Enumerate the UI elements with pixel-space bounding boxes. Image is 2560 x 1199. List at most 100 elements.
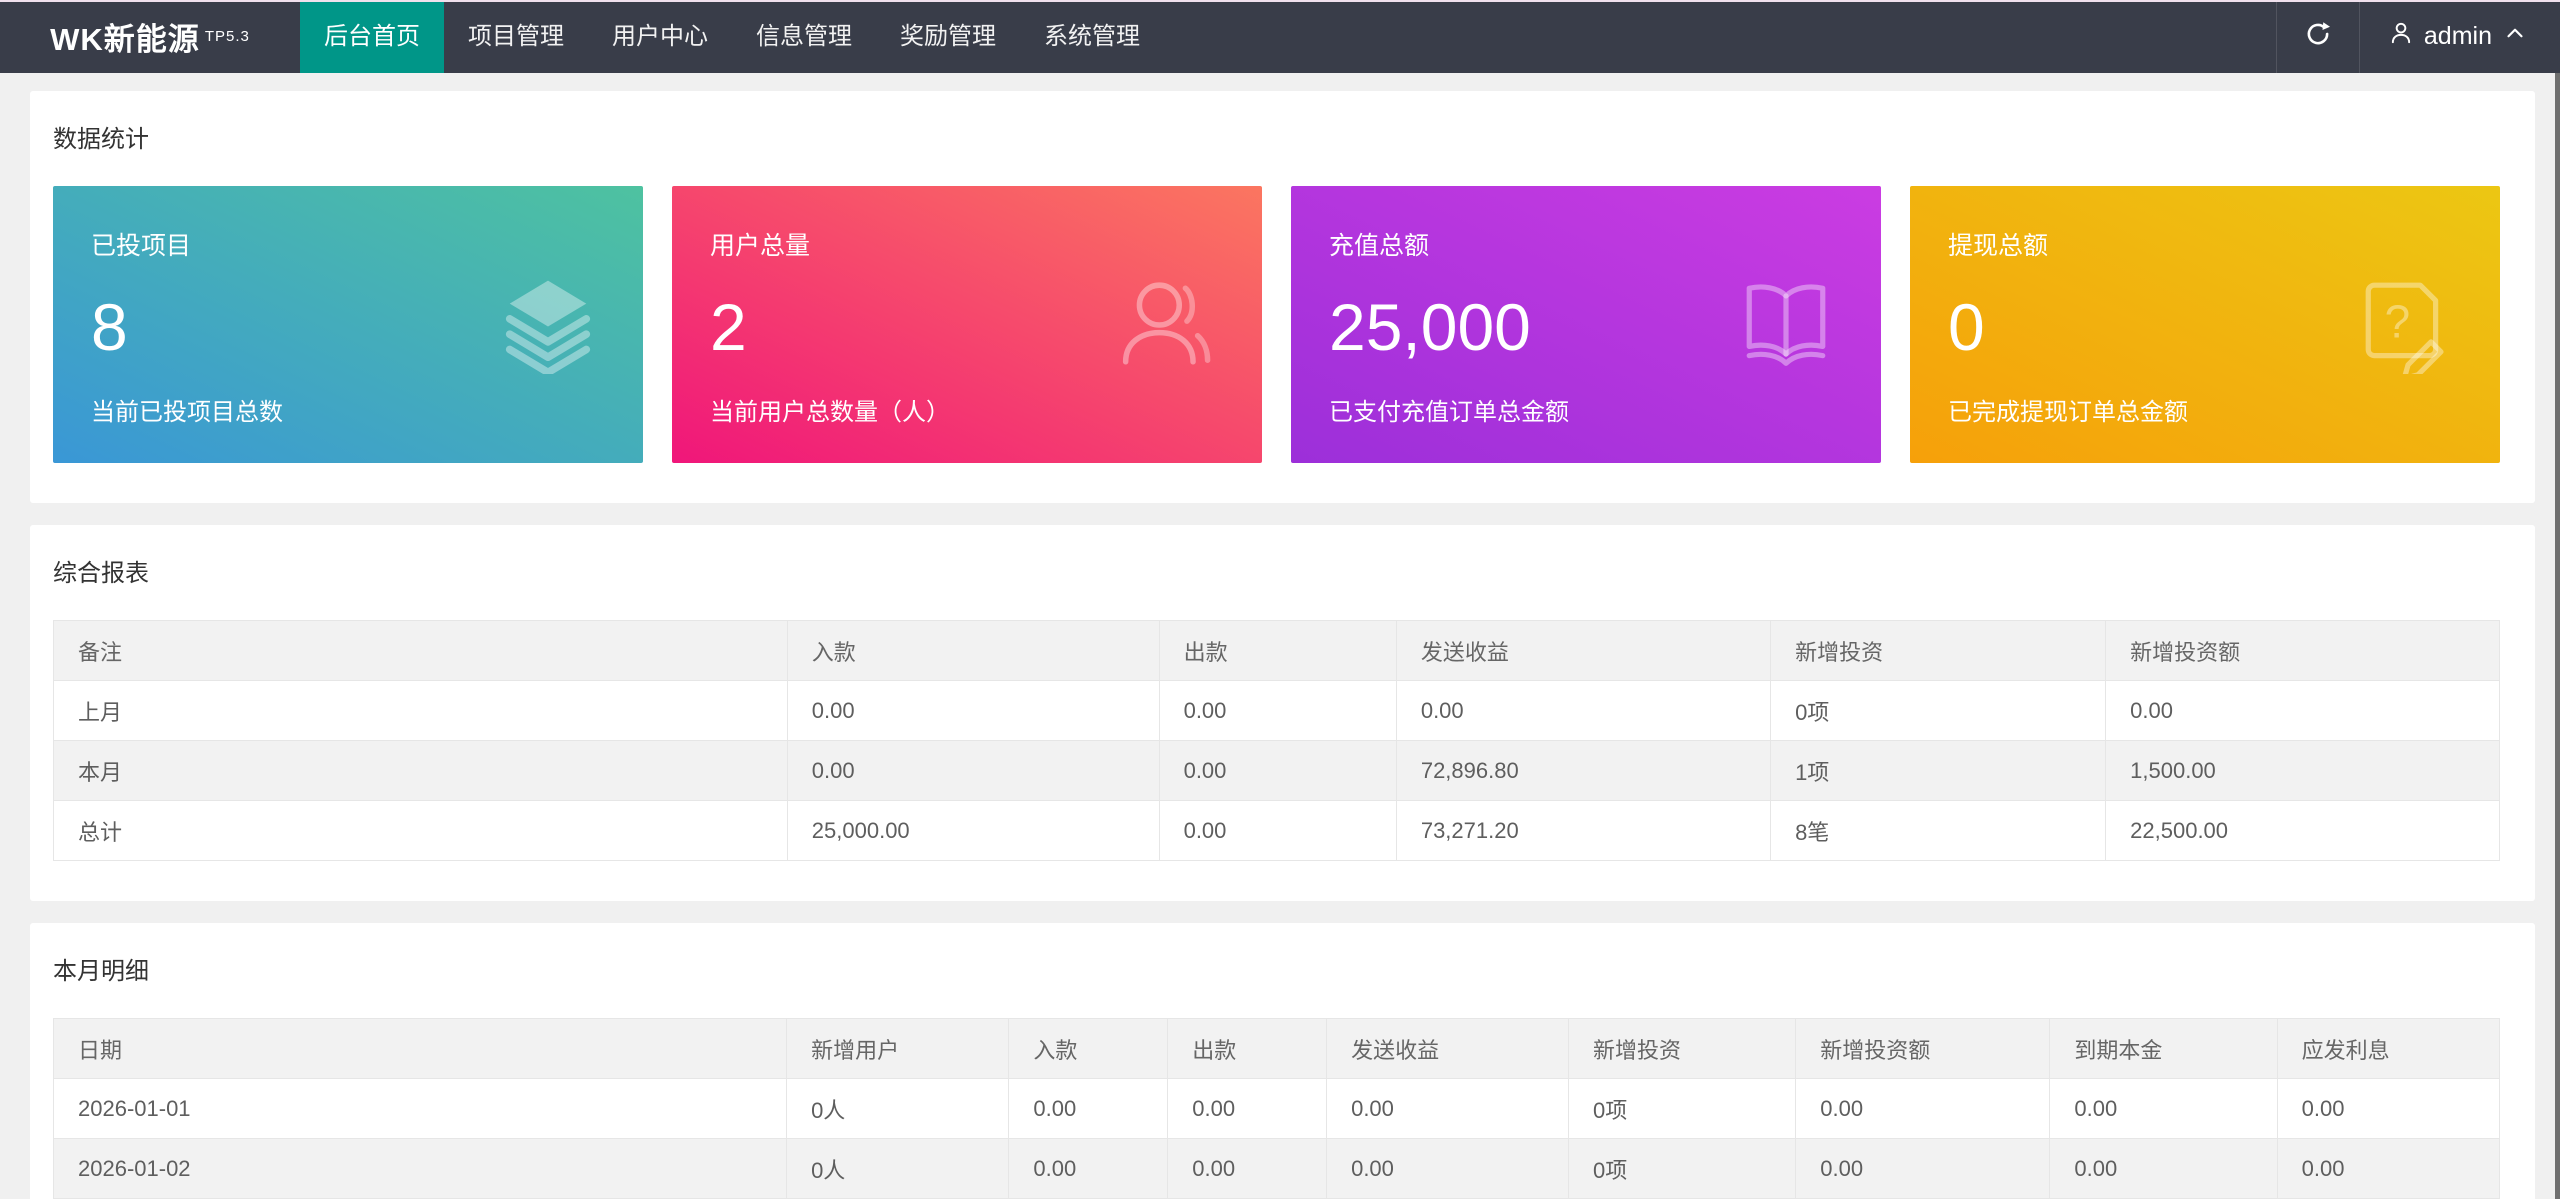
table-cell: 0项 [1568,1139,1795,1199]
stat-card-title: 已投项目 [91,226,603,262]
column-header: 新增投资额 [1796,1019,2050,1079]
table-cell: 0.00 [1168,1079,1327,1139]
table-cell: 0.00 [1327,1139,1569,1199]
main-content: 数据统计 已投项目8当前已投项目总数用户总量2当前用户总数量（人）充值总额25,… [0,73,2560,1199]
nav-item-3[interactable]: 信息管理 [732,0,876,73]
user-name: admin [2424,22,2492,51]
table-cell: 25,000.00 [787,801,1159,861]
column-header: 入款 [1009,1019,1168,1079]
nav-item-4[interactable]: 奖励管理 [876,0,1020,73]
table-row: 2026-01-010人0.000.000.000项0.000.000.00 [54,1079,2500,1139]
book-icon [1737,276,1835,374]
column-header: 新增投资 [1771,621,2106,681]
table-header-row: 备注入款出款发送收益新增投资新增投资额 [54,621,2500,681]
layers-icon [499,276,597,374]
table-row: 总计25,000.000.0073,271.208笔22,500.00 [54,801,2500,861]
table-cell: 22,500.00 [2106,801,2500,861]
table-cell: 0.00 [1159,741,1396,801]
refresh-button[interactable] [2276,0,2360,73]
navbar: WK新能源 TP5.3 后台首页项目管理用户中心信息管理奖励管理系统管理 admi… [0,0,2560,73]
table-cell: 0.00 [1796,1139,2050,1199]
stat-card-title: 充值总额 [1329,226,1841,262]
table-cell: 0.00 [1009,1139,1168,1199]
table-cell: 72,896.80 [1396,741,1770,801]
table-cell: 0项 [1568,1079,1795,1139]
stat-card-title: 提现总额 [1948,226,2460,262]
nav-item-0[interactable]: 后台首页 [300,0,444,73]
table-cell: 8笔 [1771,801,2106,861]
table-cell: 0.00 [787,681,1159,741]
user-icon [2388,20,2414,53]
table-row: 上月0.000.000.000项0.00 [54,681,2500,741]
table-cell: 0.00 [2277,1079,2499,1139]
section-title: 本月明细 [53,951,2500,986]
table-cell: 0.00 [2050,1079,2277,1139]
table-cell: 73,271.20 [1396,801,1770,861]
stat-card-caption: 当前用户总数量（人） [710,392,1222,427]
section-title: 数据统计 [53,119,2500,154]
table-cell: 0人 [787,1079,1009,1139]
column-header: 应发利息 [2277,1019,2499,1079]
nav-item-5[interactable]: 系统管理 [1020,0,1164,73]
table-cell: 0.00 [1327,1079,1569,1139]
table-cell: 0.00 [1159,801,1396,861]
column-header: 出款 [1168,1019,1327,1079]
table-cell: 总计 [54,801,788,861]
month-detail-table: 日期新增用户入款出款发送收益新增投资新增投资额到期本金应发利息2026-01-0… [53,1018,2500,1199]
chevron-up-icon [2502,20,2528,53]
table-cell: 0.00 [1796,1079,2050,1139]
column-header: 发送收益 [1396,621,1770,681]
refresh-icon [2303,19,2333,54]
table-cell: 0.00 [2106,681,2500,741]
section-summary-report: 综合报表 备注入款出款发送收益新增投资新增投资额上月0.000.000.000项… [30,525,2535,901]
section-data-statistics: 数据统计 已投项目8当前已投项目总数用户总量2当前用户总数量（人）充值总额25,… [30,91,2535,503]
user-menu[interactable]: admin [2360,0,2560,73]
column-header: 新增投资 [1568,1019,1795,1079]
app-logo-text: WK新能源 [50,14,200,59]
users-icon [1118,276,1216,374]
column-header: 新增投资额 [2106,621,2500,681]
summary-report-table: 备注入款出款发送收益新增投资新增投资额上月0.000.000.000项0.00本… [53,620,2500,861]
column-header: 发送收益 [1327,1019,1569,1079]
section-title: 综合报表 [53,553,2500,588]
column-header: 日期 [54,1019,787,1079]
table-row: 2026-01-020人0.000.000.000项0.000.000.00 [54,1139,2500,1199]
column-header: 备注 [54,621,788,681]
stat-card-2: 充值总额25,000已支付充值订单总金额 [1291,186,1881,463]
stat-card-caption: 已支付充值订单总金额 [1329,392,1841,427]
table-cell: 1,500.00 [2106,741,2500,801]
svg-text:?: ? [2385,295,2411,347]
app-logo: WK新能源 TP5.3 [0,0,300,73]
column-header: 到期本金 [2050,1019,2277,1079]
table-cell: 0.00 [1009,1079,1168,1139]
table-row: 本月0.000.0072,896.801项1,500.00 [54,741,2500,801]
column-header: 出款 [1159,621,1396,681]
app-logo-version: TP5.3 [205,28,250,45]
table-cell: 本月 [54,741,788,801]
nav-item-1[interactable]: 项目管理 [444,0,588,73]
table-cell: 2026-01-01 [54,1079,787,1139]
table-cell: 0.00 [1159,681,1396,741]
table-cell: 2026-01-02 [54,1139,787,1199]
document-question-icon: ? [2356,276,2454,374]
top-progress-strip [0,0,2560,2]
stat-card-title: 用户总量 [710,226,1222,262]
stat-card-3: 提现总额0已完成提现订单总金额? [1910,186,2500,463]
table-cell: 0.00 [2050,1139,2277,1199]
table-cell: 上月 [54,681,788,741]
stat-card-caption: 当前已投项目总数 [91,392,603,427]
table-cell: 0.00 [2277,1139,2499,1199]
table-cell: 0.00 [1168,1139,1327,1199]
table-cell: 0人 [787,1139,1009,1199]
section-month-detail: 本月明细 日期新增用户入款出款发送收益新增投资新增投资额到期本金应发利息2026… [30,923,2535,1199]
stat-card-caption: 已完成提现订单总金额 [1948,392,2460,427]
table-cell: 0.00 [787,741,1159,801]
table-cell: 1项 [1771,741,2106,801]
column-header: 入款 [787,621,1159,681]
nav-item-2[interactable]: 用户中心 [588,0,732,73]
vertical-scrollbar[interactable] [2555,73,2560,1199]
table-cell: 0项 [1771,681,2106,741]
stat-card-0: 已投项目8当前已投项目总数 [53,186,643,463]
nav-spacer [1164,0,2276,73]
column-header: 新增用户 [787,1019,1009,1079]
